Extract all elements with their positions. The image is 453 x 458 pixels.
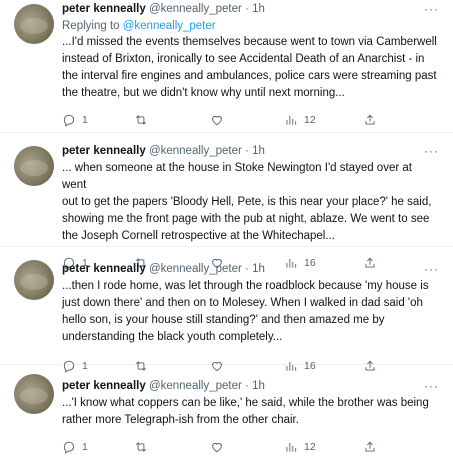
share-button[interactable] <box>363 110 377 130</box>
avatar[interactable] <box>14 4 54 44</box>
tweet-header: peter kenneally @kenneally_peter · 1h ··… <box>62 142 439 160</box>
replying-to: Replying to @kenneally_peter <box>62 18 439 34</box>
tweet-text: ...I'd missed the events themselves beca… <box>62 36 437 99</box>
reply-button[interactable]: 1 <box>62 110 88 130</box>
timestamp[interactable]: 1h <box>252 380 265 392</box>
reply-icon <box>63 114 75 127</box>
avatar[interactable] <box>14 146 54 186</box>
timestamp[interactable]: 1h <box>252 263 265 275</box>
views-chart-icon <box>286 442 297 452</box>
views-button[interactable]: 12 <box>284 437 316 457</box>
replying-prefix: Replying to <box>62 20 123 32</box>
views-count: 12 <box>304 114 316 126</box>
like-button[interactable] <box>210 110 230 130</box>
timestamp[interactable]: 1h <box>252 3 265 15</box>
retweet-icon <box>136 115 146 125</box>
views-chart-icon <box>286 115 297 125</box>
separator-dot: · <box>245 145 249 157</box>
reply-count: 1 <box>82 441 88 453</box>
views-count: 12 <box>304 441 316 453</box>
timestamp[interactable]: 1h <box>252 145 265 157</box>
tweet-text: ...'I know what coppers can be like,' he… <box>62 397 429 426</box>
more-options-icon[interactable]: ··· <box>419 377 439 395</box>
tweet-text: ...then I rode home, was let through the… <box>62 280 429 343</box>
author-handle[interactable]: @kenneally_peter <box>149 145 242 157</box>
tweet-text: ... when someone at the house in Stoke N… <box>62 162 432 242</box>
separator-dot: · <box>245 3 249 15</box>
retweet-button[interactable] <box>134 437 154 457</box>
more-options-icon[interactable]: ··· <box>419 142 439 160</box>
like-button[interactable] <box>210 437 230 457</box>
separator-dot: · <box>245 380 249 392</box>
tweet[interactable]: peter kenneally @kenneally_peter · 1h ··… <box>0 366 453 457</box>
tweet[interactable]: peter kenneally @kenneally_peter · 1h ··… <box>0 0 453 133</box>
author-name[interactable]: peter kenneally <box>62 380 146 392</box>
share-icon <box>365 114 375 125</box>
author-name[interactable]: peter kenneally <box>62 145 146 157</box>
separator-dot: · <box>245 263 249 275</box>
more-options-icon[interactable]: ··· <box>419 260 439 278</box>
author-handle[interactable]: @kenneally_peter <box>149 263 242 275</box>
heart-icon <box>212 115 222 126</box>
reply-icon <box>63 441 75 454</box>
reply-count: 1 <box>82 114 88 126</box>
avatar[interactable] <box>14 260 54 300</box>
avatar[interactable] <box>14 374 54 414</box>
retweet-button[interactable] <box>134 110 154 130</box>
tweet-header: peter kenneally @kenneally_peter · 1h ··… <box>62 260 439 278</box>
share-button[interactable] <box>363 437 377 457</box>
views-button[interactable]: 12 <box>284 110 316 130</box>
author-handle[interactable]: @kenneally_peter <box>149 3 242 15</box>
author-handle[interactable]: @kenneally_peter <box>149 380 242 392</box>
author-name[interactable]: peter kenneally <box>62 263 146 275</box>
share-icon <box>365 441 375 452</box>
author-name[interactable]: peter kenneally <box>62 3 146 15</box>
retweet-icon <box>136 442 146 452</box>
more-options-icon[interactable]: ··· <box>419 0 439 18</box>
tweet[interactable]: peter kenneally @kenneally_peter · 1h ··… <box>0 134 453 270</box>
heart-icon <box>212 442 222 453</box>
tweet[interactable]: peter kenneally @kenneally_peter · 1h ··… <box>0 248 453 373</box>
tweet-header: peter kenneally @kenneally_peter · 1h ··… <box>62 377 439 395</box>
action-bar: 1 12 <box>62 437 439 457</box>
replying-to-link[interactable]: @kenneally_peter <box>123 20 216 32</box>
action-bar: 1 12 <box>62 110 439 130</box>
reply-button[interactable]: 1 <box>62 437 88 457</box>
tweet-header: peter kenneally @kenneally_peter · 1h ··… <box>62 0 439 18</box>
